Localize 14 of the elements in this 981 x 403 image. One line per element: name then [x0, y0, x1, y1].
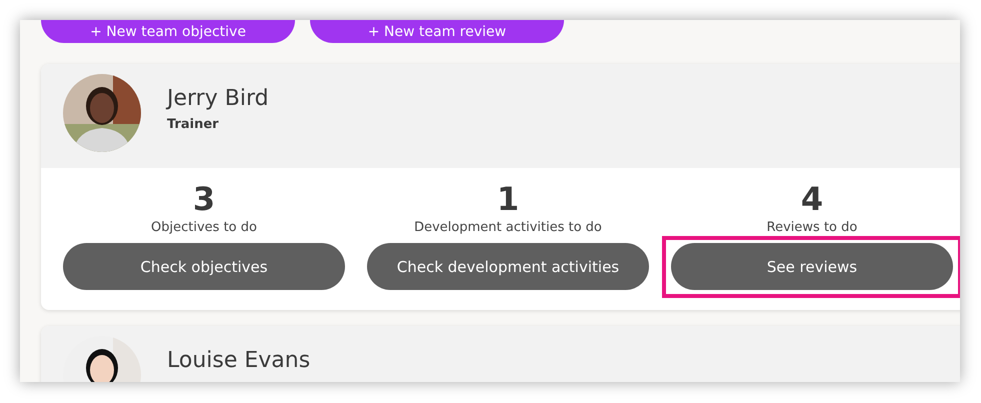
stat-label: Development activities to do	[414, 220, 602, 235]
member-name: Jerry Bird	[167, 86, 269, 111]
new-button[interactable]: + New team objective	[41, 20, 295, 43]
stat-count: 3	[192, 180, 216, 218]
member-name: Louise Evans	[167, 348, 310, 373]
stat-count: 4	[800, 180, 824, 218]
stat-label: Reviews to do	[766, 220, 858, 235]
stat-label: Objectives to do	[151, 220, 257, 235]
action-button[interactable]: See reviews	[671, 243, 953, 290]
new-button[interactable]: + New team review	[310, 20, 564, 43]
action-button[interactable]: Check development activities	[367, 243, 649, 290]
action-button[interactable]: Check objectives	[63, 243, 345, 290]
member-role: Trainer	[167, 117, 220, 132]
stat-count: 1	[496, 180, 520, 218]
